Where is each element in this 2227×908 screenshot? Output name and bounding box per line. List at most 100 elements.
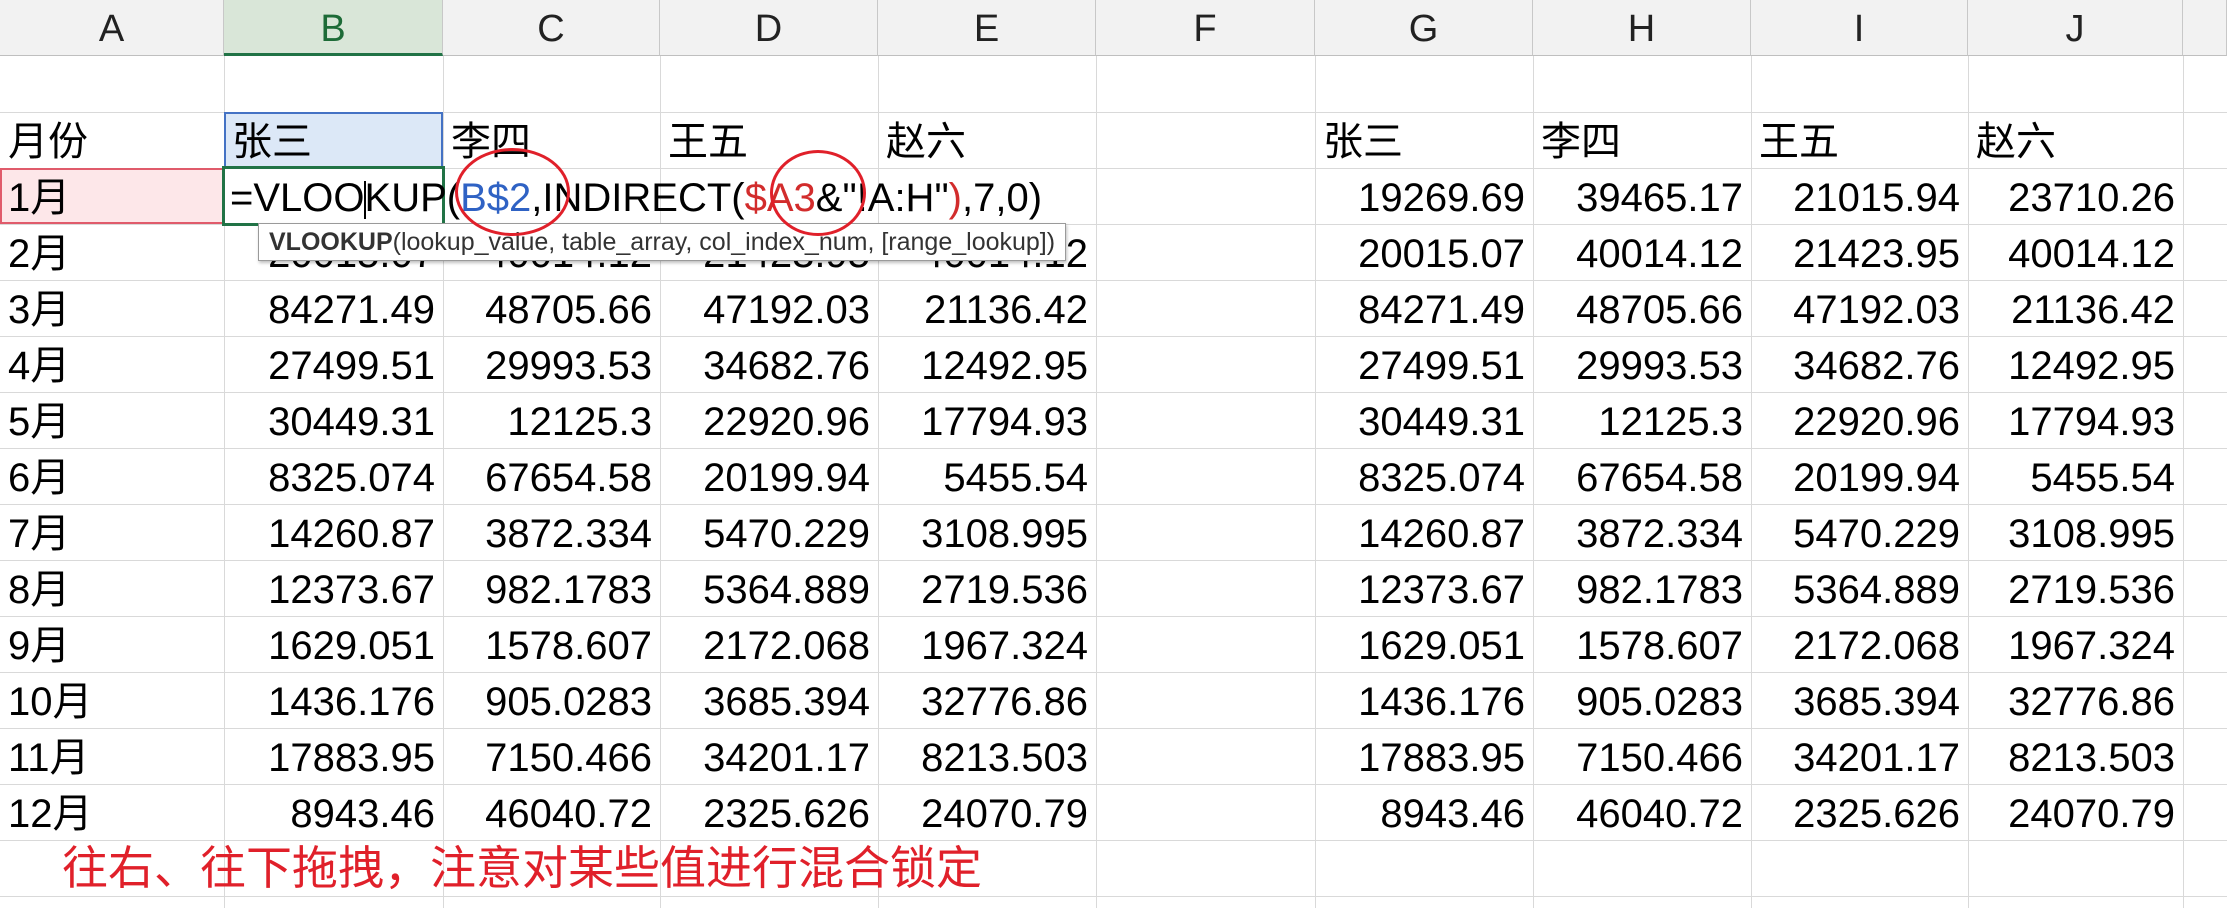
cell-value[interactable]: 1967.324	[878, 616, 1096, 672]
cell-g2-name-header[interactable]: 张三	[1315, 112, 1533, 168]
cell-j2-name-header[interactable]: 赵六	[1968, 112, 2183, 168]
cell-value[interactable]: 2172.068	[1751, 616, 1968, 672]
cell-value[interactable]: 30449.31	[224, 392, 443, 448]
cell-value[interactable]: 2172.068	[660, 616, 878, 672]
function-tooltip[interactable]: VLOOKUP(lookup_value, table_array, col_i…	[258, 223, 1067, 261]
cell-e2-name-header[interactable]: 赵六	[878, 112, 1096, 168]
cell-value[interactable]: 3108.995	[878, 504, 1096, 560]
cell-value[interactable]: 12125.3	[443, 392, 660, 448]
cell-value[interactable]: 5470.229	[660, 504, 878, 560]
cell-value[interactable]: 2325.626	[1751, 784, 1968, 840]
cell-value[interactable]: 47192.03	[1751, 280, 1968, 336]
cell-value[interactable]: 1436.176	[224, 672, 443, 728]
cell-value[interactable]: 1578.607	[1533, 616, 1751, 672]
column-header-h[interactable]: H	[1533, 0, 1751, 56]
cell-value[interactable]: 5455.54	[878, 448, 1096, 504]
cell-month-label[interactable]: 2月	[0, 224, 224, 280]
cell-value[interactable]: 27499.51	[1315, 336, 1533, 392]
cell-value[interactable]: 67654.58	[1533, 448, 1751, 504]
cell-value[interactable]: 34201.17	[1751, 728, 1968, 784]
cell-value[interactable]: 29993.53	[443, 336, 660, 392]
cell-value[interactable]: 3108.995	[1968, 504, 2183, 560]
column-header-j[interactable]: J	[1968, 0, 2183, 56]
cell-value[interactable]: 34682.76	[660, 336, 878, 392]
formula-edit-text[interactable]: =VLOOKUP(B$2,INDIRECT($A3&"!A:H"),7,0)	[230, 168, 1042, 224]
cell-value[interactable]: 2719.536	[1968, 560, 2183, 616]
cell-value[interactable]: 1967.324	[1968, 616, 2183, 672]
column-header-g[interactable]: G	[1315, 0, 1533, 56]
cell-value[interactable]: 5455.54	[1968, 448, 2183, 504]
cell-value[interactable]: 982.1783	[1533, 560, 1751, 616]
cell-value[interactable]: 30449.31	[1315, 392, 1533, 448]
cell-value[interactable]: 21136.42	[878, 280, 1096, 336]
cell-value[interactable]: 905.0283	[443, 672, 660, 728]
cell-value[interactable]: 34682.76	[1751, 336, 1968, 392]
cell-value[interactable]: 20199.94	[660, 448, 878, 504]
cell-value[interactable]: 982.1783	[443, 560, 660, 616]
cell-value[interactable]: 8213.503	[878, 728, 1096, 784]
cell-value[interactable]: 12373.67	[1315, 560, 1533, 616]
cell-i2-name-header[interactable]: 王五	[1751, 112, 1968, 168]
cell-value[interactable]: 3685.394	[1751, 672, 1968, 728]
cell-h2-name-header[interactable]: 李四	[1533, 112, 1751, 168]
cell-value[interactable]: 5364.889	[660, 560, 878, 616]
cell-value[interactable]: 34201.17	[660, 728, 878, 784]
cell-value[interactable]: 14260.87	[224, 504, 443, 560]
column-header-d[interactable]: D	[660, 0, 878, 56]
cell-month-label[interactable]: 4月	[0, 336, 224, 392]
cell-value[interactable]: 46040.72	[1533, 784, 1751, 840]
cell-value[interactable]: 22920.96	[660, 392, 878, 448]
cell-value[interactable]: 8325.074	[224, 448, 443, 504]
cell-value[interactable]: 5364.889	[1751, 560, 1968, 616]
cell-value[interactable]: 39465.17	[1533, 168, 1751, 224]
cell-value[interactable]: 21423.95	[1751, 224, 1968, 280]
cell-value[interactable]: 24070.79	[1968, 784, 2183, 840]
cell-month-label[interactable]: 1月	[0, 168, 224, 224]
cell-value[interactable]: 21136.42	[1968, 280, 2183, 336]
cell-value[interactable]: 17794.93	[1968, 392, 2183, 448]
cell-month-label[interactable]: 9月	[0, 616, 224, 672]
cell-a2-month-header[interactable]: 月份	[0, 112, 224, 168]
cell-value[interactable]: 3685.394	[660, 672, 878, 728]
cell-value[interactable]: 23710.26	[1968, 168, 2183, 224]
cell-value[interactable]: 21015.94	[1751, 168, 1968, 224]
column-header-e[interactable]: E	[878, 0, 1096, 56]
cell-value[interactable]: 67654.58	[443, 448, 660, 504]
cell-value[interactable]: 84271.49	[1315, 280, 1533, 336]
cell-value[interactable]: 7150.466	[1533, 728, 1751, 784]
cell-value[interactable]: 14260.87	[1315, 504, 1533, 560]
column-header-i[interactable]: I	[1751, 0, 1968, 56]
column-header-a[interactable]: A	[0, 0, 224, 56]
cell-value[interactable]: 48705.66	[443, 280, 660, 336]
cell-value[interactable]: 12373.67	[224, 560, 443, 616]
cell-value[interactable]: 20199.94	[1751, 448, 1968, 504]
tooltip-function-name[interactable]: VLOOKUP	[269, 228, 393, 256]
cell-value[interactable]: 29993.53	[1533, 336, 1751, 392]
cell-month-label[interactable]: 11月	[0, 728, 224, 784]
cell-value[interactable]: 8213.503	[1968, 728, 2183, 784]
cell-value[interactable]: 905.0283	[1533, 672, 1751, 728]
cell-value[interactable]: 40014.12	[1968, 224, 2183, 280]
cell-value[interactable]: 2719.536	[878, 560, 1096, 616]
cell-value[interactable]: 40014.12	[1533, 224, 1751, 280]
cell-value[interactable]: 17794.93	[878, 392, 1096, 448]
cell-month-label[interactable]: 10月	[0, 672, 224, 728]
cell-month-label[interactable]: 7月	[0, 504, 224, 560]
cell-value[interactable]: 17883.95	[224, 728, 443, 784]
cell-value[interactable]: 32776.86	[1968, 672, 2183, 728]
cell-value[interactable]: 3872.334	[443, 504, 660, 560]
column-header-f[interactable]: F	[1096, 0, 1315, 56]
cell-value[interactable]: 1578.607	[443, 616, 660, 672]
cell-value[interactable]: 12492.95	[878, 336, 1096, 392]
cell-value[interactable]: 7150.466	[443, 728, 660, 784]
cell-value[interactable]: 1629.051	[224, 616, 443, 672]
cell-month-label[interactable]: 5月	[0, 392, 224, 448]
cell-value[interactable]: 20015.07	[1315, 224, 1533, 280]
cell-value[interactable]: 1436.176	[1315, 672, 1533, 728]
cell-value[interactable]: 8325.074	[1315, 448, 1533, 504]
cell-value[interactable]: 47192.03	[660, 280, 878, 336]
cell-value[interactable]: 22920.96	[1751, 392, 1968, 448]
cell-value[interactable]: 8943.46	[1315, 784, 1533, 840]
cell-value[interactable]: 48705.66	[1533, 280, 1751, 336]
cell-value[interactable]: 12492.95	[1968, 336, 2183, 392]
